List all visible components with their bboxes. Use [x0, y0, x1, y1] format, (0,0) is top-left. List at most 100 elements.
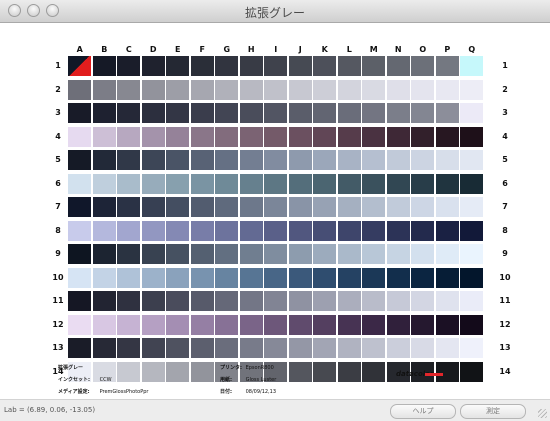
- patch-b13[interactable]: [92, 338, 116, 358]
- patch-k11[interactable]: [313, 291, 336, 311]
- patch-q7[interactable]: [460, 197, 483, 217]
- patch-q5[interactable]: [460, 150, 483, 170]
- patch-n9[interactable]: [386, 244, 410, 264]
- patch-e10[interactable]: [166, 267, 189, 288]
- patch-g3[interactable]: [215, 103, 238, 123]
- patch-l13[interactable]: [337, 338, 361, 358]
- patch-p9[interactable]: [435, 244, 459, 264]
- patch-e7[interactable]: [166, 197, 189, 217]
- patch-c4[interactable]: [117, 126, 140, 147]
- patch-q13[interactable]: [460, 338, 483, 358]
- patch-k8[interactable]: [313, 220, 336, 241]
- patch-o7[interactable]: [411, 197, 434, 217]
- patch-m1[interactable]: [362, 56, 385, 76]
- help-button[interactable]: ヘルプ: [390, 404, 456, 419]
- patch-o13[interactable]: [411, 338, 434, 358]
- patch-q2[interactable]: [460, 79, 483, 100]
- patch-k10[interactable]: [313, 267, 336, 288]
- patch-a13[interactable]: [68, 338, 91, 358]
- patch-l14[interactable]: [337, 361, 361, 382]
- patch-o6[interactable]: [411, 173, 434, 194]
- patch-e13[interactable]: [166, 338, 189, 358]
- patch-q14[interactable]: [460, 361, 483, 382]
- patch-e5[interactable]: [166, 150, 189, 170]
- patch-g8[interactable]: [215, 220, 238, 241]
- patch-c13[interactable]: [117, 338, 140, 358]
- patch-a1[interactable]: [68, 56, 91, 76]
- patch-q12[interactable]: [460, 314, 483, 335]
- patch-b8[interactable]: [92, 220, 116, 241]
- patch-g10[interactable]: [215, 267, 238, 288]
- patch-m8[interactable]: [362, 220, 385, 241]
- patch-h11[interactable]: [239, 291, 263, 311]
- patch-n13[interactable]: [386, 338, 410, 358]
- patch-p4[interactable]: [435, 126, 459, 147]
- patch-l5[interactable]: [337, 150, 361, 170]
- patch-f2[interactable]: [190, 79, 214, 100]
- patch-b11[interactable]: [92, 291, 116, 311]
- patch-e6[interactable]: [166, 173, 189, 194]
- patch-j6[interactable]: [288, 173, 312, 194]
- patch-g4[interactable]: [215, 126, 238, 147]
- patch-b5[interactable]: [92, 150, 116, 170]
- patch-c14[interactable]: [117, 361, 140, 382]
- patch-i11[interactable]: [264, 291, 287, 311]
- patch-i9[interactable]: [264, 244, 287, 264]
- patch-i5[interactable]: [264, 150, 287, 170]
- patch-k1[interactable]: [313, 56, 336, 76]
- patch-m9[interactable]: [362, 244, 385, 264]
- patch-g7[interactable]: [215, 197, 238, 217]
- patch-j7[interactable]: [288, 197, 312, 217]
- patch-f9[interactable]: [190, 244, 214, 264]
- patch-c7[interactable]: [117, 197, 140, 217]
- patch-b2[interactable]: [92, 79, 116, 100]
- patch-f13[interactable]: [190, 338, 214, 358]
- patch-o10[interactable]: [411, 267, 434, 288]
- patch-n12[interactable]: [386, 314, 410, 335]
- patch-i4[interactable]: [264, 126, 287, 147]
- patch-q9[interactable]: [460, 244, 483, 264]
- patch-c12[interactable]: [117, 314, 140, 335]
- patch-d2[interactable]: [141, 79, 165, 100]
- patch-h7[interactable]: [239, 197, 263, 217]
- patch-e2[interactable]: [166, 79, 189, 100]
- patch-m11[interactable]: [362, 291, 385, 311]
- patch-j5[interactable]: [288, 150, 312, 170]
- patch-p8[interactable]: [435, 220, 459, 241]
- patch-q11[interactable]: [460, 291, 483, 311]
- patch-j3[interactable]: [288, 103, 312, 123]
- patch-g12[interactable]: [215, 314, 238, 335]
- patch-f3[interactable]: [190, 103, 214, 123]
- patch-d1[interactable]: [141, 56, 165, 76]
- patch-b1[interactable]: [92, 56, 116, 76]
- patch-e14[interactable]: [166, 361, 189, 382]
- patch-n1[interactable]: [386, 56, 410, 76]
- patch-q8[interactable]: [460, 220, 483, 241]
- patch-j10[interactable]: [288, 267, 312, 288]
- patch-k14[interactable]: [313, 361, 336, 382]
- patch-f10[interactable]: [190, 267, 214, 288]
- patch-d12[interactable]: [141, 314, 165, 335]
- patch-f11[interactable]: [190, 291, 214, 311]
- patch-m10[interactable]: [362, 267, 385, 288]
- patch-g6[interactable]: [215, 173, 238, 194]
- patch-m3[interactable]: [362, 103, 385, 123]
- patch-c1[interactable]: [117, 56, 140, 76]
- patch-q10[interactable]: [460, 267, 483, 288]
- patch-c3[interactable]: [117, 103, 140, 123]
- patch-g13[interactable]: [215, 338, 238, 358]
- patch-c5[interactable]: [117, 150, 140, 170]
- patch-j9[interactable]: [288, 244, 312, 264]
- patch-a8[interactable]: [68, 220, 91, 241]
- patch-j2[interactable]: [288, 79, 312, 100]
- patch-e1[interactable]: [166, 56, 189, 76]
- patch-n10[interactable]: [386, 267, 410, 288]
- patch-i3[interactable]: [264, 103, 287, 123]
- patch-p11[interactable]: [435, 291, 459, 311]
- patch-m14[interactable]: [362, 361, 385, 382]
- patch-j14[interactable]: [288, 361, 312, 382]
- patch-d9[interactable]: [141, 244, 165, 264]
- patch-b9[interactable]: [92, 244, 116, 264]
- patch-k4[interactable]: [313, 126, 336, 147]
- patch-i7[interactable]: [264, 197, 287, 217]
